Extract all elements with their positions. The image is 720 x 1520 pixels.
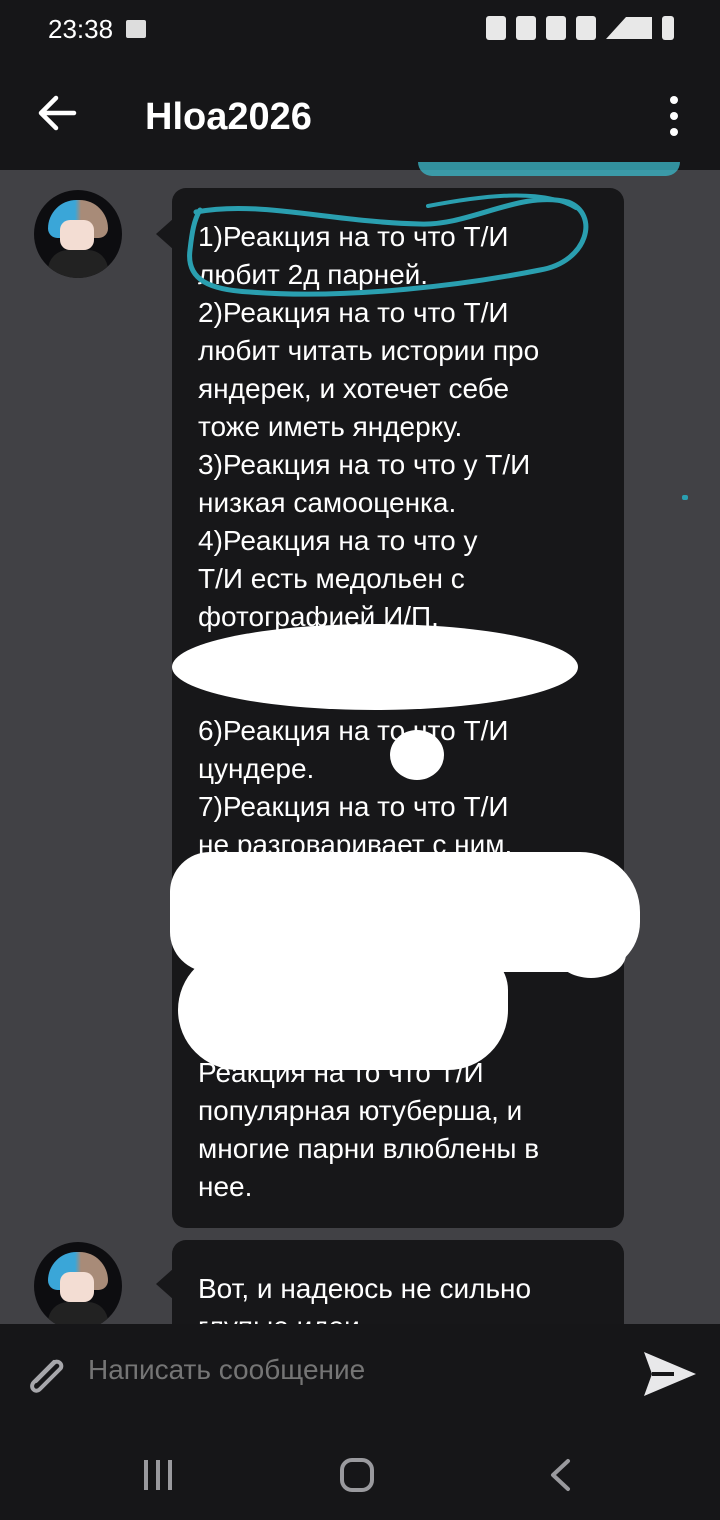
system-nav-bar: [0, 1424, 720, 1520]
signal-icon: [606, 17, 652, 39]
message-input[interactable]: [88, 1354, 608, 1386]
wifi-icon: [576, 16, 596, 40]
status-bar: 23:38: [0, 0, 720, 60]
stray-mark: [682, 495, 688, 500]
alarm-icon: [516, 16, 536, 40]
censor-blob: [172, 624, 578, 710]
app-bar: Hloa2026: [0, 60, 720, 170]
censor-dot: [390, 730, 444, 780]
message-composer: [0, 1324, 720, 1424]
censor-blob: [178, 950, 508, 1070]
nav-back-icon[interactable]: [548, 1458, 572, 1492]
previous-message-bubble: [418, 162, 680, 176]
home-icon[interactable]: [340, 1458, 374, 1492]
censor-blob: [556, 930, 626, 978]
battery-icon: [662, 16, 674, 40]
avatar[interactable]: [34, 190, 122, 278]
mute-icon: [546, 16, 566, 40]
battery-saver-icon: [486, 16, 506, 40]
more-options-icon[interactable]: [664, 96, 684, 136]
send-icon[interactable]: [640, 1346, 700, 1402]
gallery-notification-icon: [126, 20, 146, 38]
back-arrow-icon[interactable]: [34, 90, 80, 136]
paperclip-icon[interactable]: [20, 1350, 72, 1402]
status-time: 23:38: [48, 14, 114, 44]
avatar[interactable]: [34, 1242, 122, 1330]
chat-title: Hloa2026: [145, 96, 312, 138]
recent-apps-icon[interactable]: [140, 1460, 176, 1490]
status-icons: [486, 16, 674, 40]
